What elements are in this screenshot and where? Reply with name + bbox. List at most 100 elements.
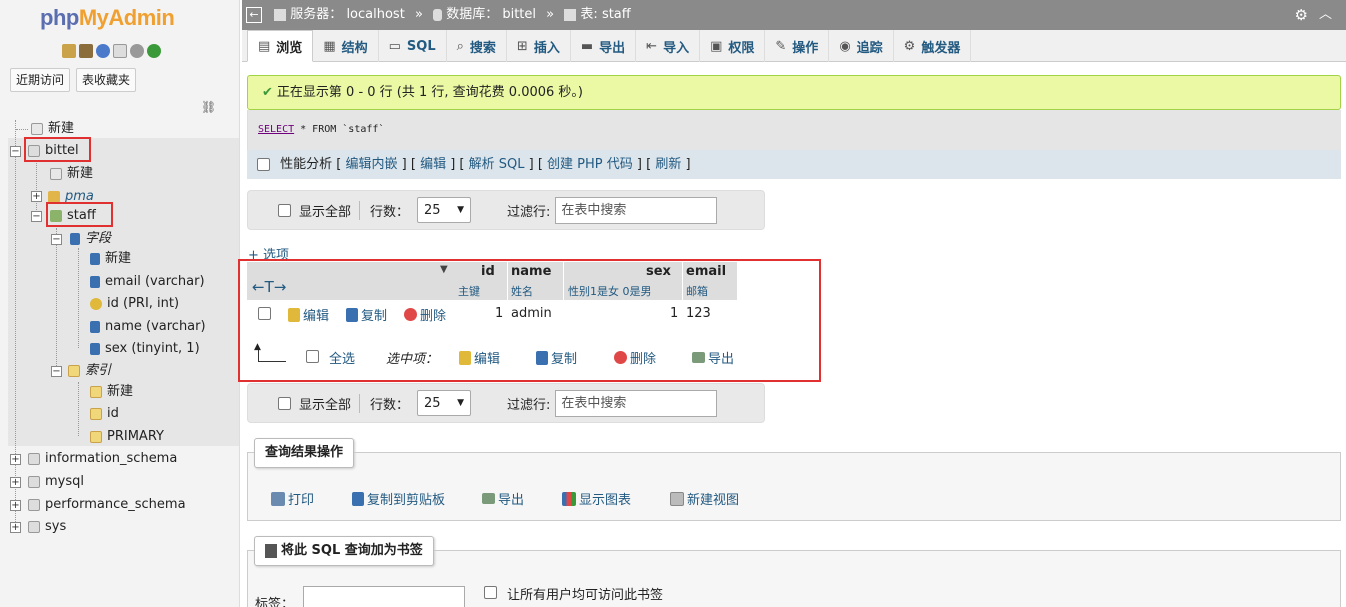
check-icon: ✔ (262, 85, 273, 100)
collapse-icon[interactable]: − (51, 366, 62, 377)
tree-new-column[interactable]: 新建 (90, 248, 131, 270)
tree-indexes-group[interactable]: 索引 (68, 360, 111, 382)
docs-icon[interactable] (113, 44, 127, 58)
profiling-checkbox[interactable] (257, 158, 270, 171)
expand-icon[interactable]: + (10, 500, 21, 511)
collapse-icon[interactable]: − (10, 146, 21, 157)
expand-icon[interactable]: + (10, 454, 21, 465)
index-icon (90, 408, 102, 420)
highlight-box (238, 259, 821, 382)
tab-sql[interactable]: ▭ SQL (379, 30, 447, 62)
filter-input[interactable]: 在表中搜索 (555, 196, 718, 224)
column-icon (90, 343, 100, 355)
bookmark-icon (265, 543, 277, 558)
column-icon (90, 321, 100, 333)
index-icon (90, 431, 102, 443)
settings-icon[interactable] (130, 44, 144, 58)
export-icon: ▬ (580, 38, 594, 54)
back-icon[interactable]: ← (246, 6, 262, 23)
table-icon (564, 8, 577, 21)
sql-query-display: SELECT * FROM `staff` (247, 110, 1341, 150)
tree-db-mysql[interactable]: mysql (28, 471, 84, 493)
breadcrumb-database[interactable]: 数据库： bittel (446, 7, 536, 22)
breadcrumb: ← 服务器： localhost » 数据库： bittel » 表: staf… (242, 0, 1346, 30)
explain-sql-link[interactable]: 解析 SQL (469, 157, 525, 172)
show-all-checkbox[interactable] (278, 203, 291, 217)
phpmyadmin-logo[interactable]: phpMyAdmin (40, 5, 175, 31)
navigation-bar-top: 显示全部 行数： 25 ▼ 过滤行: 在表中搜索 (247, 190, 765, 230)
create-php-link[interactable]: 创建 PHP 代码 (547, 157, 633, 172)
link-icon[interactable]: ⛓ (201, 100, 216, 114)
collapse-up-icon[interactable]: ︿ (1319, 0, 1332, 30)
gear-icon[interactable]: ⚙ (1295, 0, 1308, 30)
expand-icon[interactable]: + (10, 477, 21, 488)
highlight-box (46, 202, 113, 227)
view-icon (670, 491, 684, 506)
refresh-link[interactable]: 刷新 (655, 157, 681, 172)
show-all-checkbox[interactable] (278, 396, 291, 410)
tree-column-id[interactable]: id (PRI, int) (90, 293, 179, 315)
help-icon[interactable] (96, 44, 110, 58)
tree-db-sys[interactable]: sys (28, 516, 66, 538)
column-icon (90, 253, 100, 265)
tab-insert[interactable]: ⊞ 插入 (507, 30, 571, 62)
new-icon (50, 168, 62, 180)
query-ops-fieldset (247, 452, 1341, 521)
collapse-icon[interactable]: − (51, 234, 62, 245)
show-chart-button[interactable]: 显示图表 (562, 489, 631, 508)
edit-link[interactable]: 编辑 (420, 157, 446, 172)
print-button[interactable]: 打印 (271, 489, 314, 508)
filter-input[interactable]: 在表中搜索 (555, 389, 718, 417)
sql-keyword[interactable]: SELECT (258, 124, 294, 135)
key-icon (90, 298, 102, 310)
collapse-icon[interactable]: − (31, 211, 42, 222)
tab-search[interactable]: ⌕ 搜索 (447, 30, 507, 62)
breadcrumb-table[interactable]: 表: staff (580, 7, 630, 22)
print-icon (271, 491, 285, 506)
tree-index-id[interactable]: id (90, 403, 119, 425)
sql-icon: ▭ (388, 38, 401, 54)
database-icon (28, 499, 40, 511)
tree-columns-group[interactable]: 字段 (70, 228, 111, 250)
eye-icon: ◉ (839, 38, 851, 54)
column-icon (90, 276, 100, 288)
database-icon (433, 8, 443, 21)
rows-select[interactable]: 25 ▼ (417, 197, 472, 223)
tree-new-table[interactable]: 新建 (50, 163, 93, 185)
rows-select[interactable]: 25 ▼ (417, 390, 472, 416)
tab-browse[interactable]: ▤ 浏览 (247, 30, 314, 62)
copy-icon (352, 491, 364, 506)
tree-index-primary[interactable]: PRIMARY (90, 426, 164, 448)
bookmark-label-input[interactable] (303, 586, 465, 607)
navigation-sidebar: phpMyAdmin 近期访问 表收藏夹 ⛓ 新建 − bittel 新建 + … (0, 0, 240, 607)
public-bookmark-checkbox[interactable] (484, 586, 497, 599)
tree-db-information-schema[interactable]: information_schema (28, 448, 177, 470)
home-icon[interactable] (62, 44, 76, 58)
index-icon (90, 386, 102, 398)
tab-import[interactable]: ⇤ 导入 (636, 30, 701, 62)
database-icon (28, 476, 40, 488)
edit-inline-link[interactable]: 编辑内嵌 (346, 157, 398, 172)
tab-privileges[interactable]: ▣ 权限 (700, 30, 766, 62)
tree-db-performance-schema[interactable]: performance_schema (28, 494, 186, 516)
tab-export[interactable]: ▬ 导出 (571, 30, 637, 62)
tab-operations[interactable]: ✎ 操作 (765, 30, 830, 62)
copy-to-clipboard-button[interactable]: 复制到剪贴板 (352, 489, 445, 508)
create-view-button[interactable]: 新建视图 (670, 489, 739, 508)
favorites-button[interactable]: 表收藏夹 (76, 68, 137, 92)
breadcrumb-server[interactable]: 服务器： localhost (290, 7, 405, 22)
tab-tracking[interactable]: ◉ 追踪 (829, 30, 894, 62)
tab-structure[interactable]: ▦ 结构 (313, 30, 379, 62)
recent-button[interactable]: 近期访问 (10, 68, 71, 92)
tab-bar: ▤ 浏览 ▦ 结构 ▭ SQL ⌕ 搜索 ⊞ 插入 ▬ 导出 ⇤ 导入 ▣ 权限 ✎ 操作 ◉ 追踪… (242, 30, 1346, 62)
tree-new-index[interactable]: 新建 (90, 381, 133, 403)
logout-icon[interactable] (79, 44, 93, 58)
reload-icon[interactable] (147, 44, 161, 58)
expand-icon[interactable]: + (10, 522, 21, 533)
tree-column-name[interactable]: name (varchar) (90, 316, 206, 338)
tree-column-sex[interactable]: sex (tinyint, 1) (90, 338, 200, 360)
export-button[interactable]: 导出 (482, 489, 524, 508)
tab-triggers[interactable]: ⚙ 触发器 (894, 30, 972, 62)
tree-column-email[interactable]: email (varchar) (90, 271, 205, 293)
expand-icon[interactable]: + (31, 191, 42, 202)
